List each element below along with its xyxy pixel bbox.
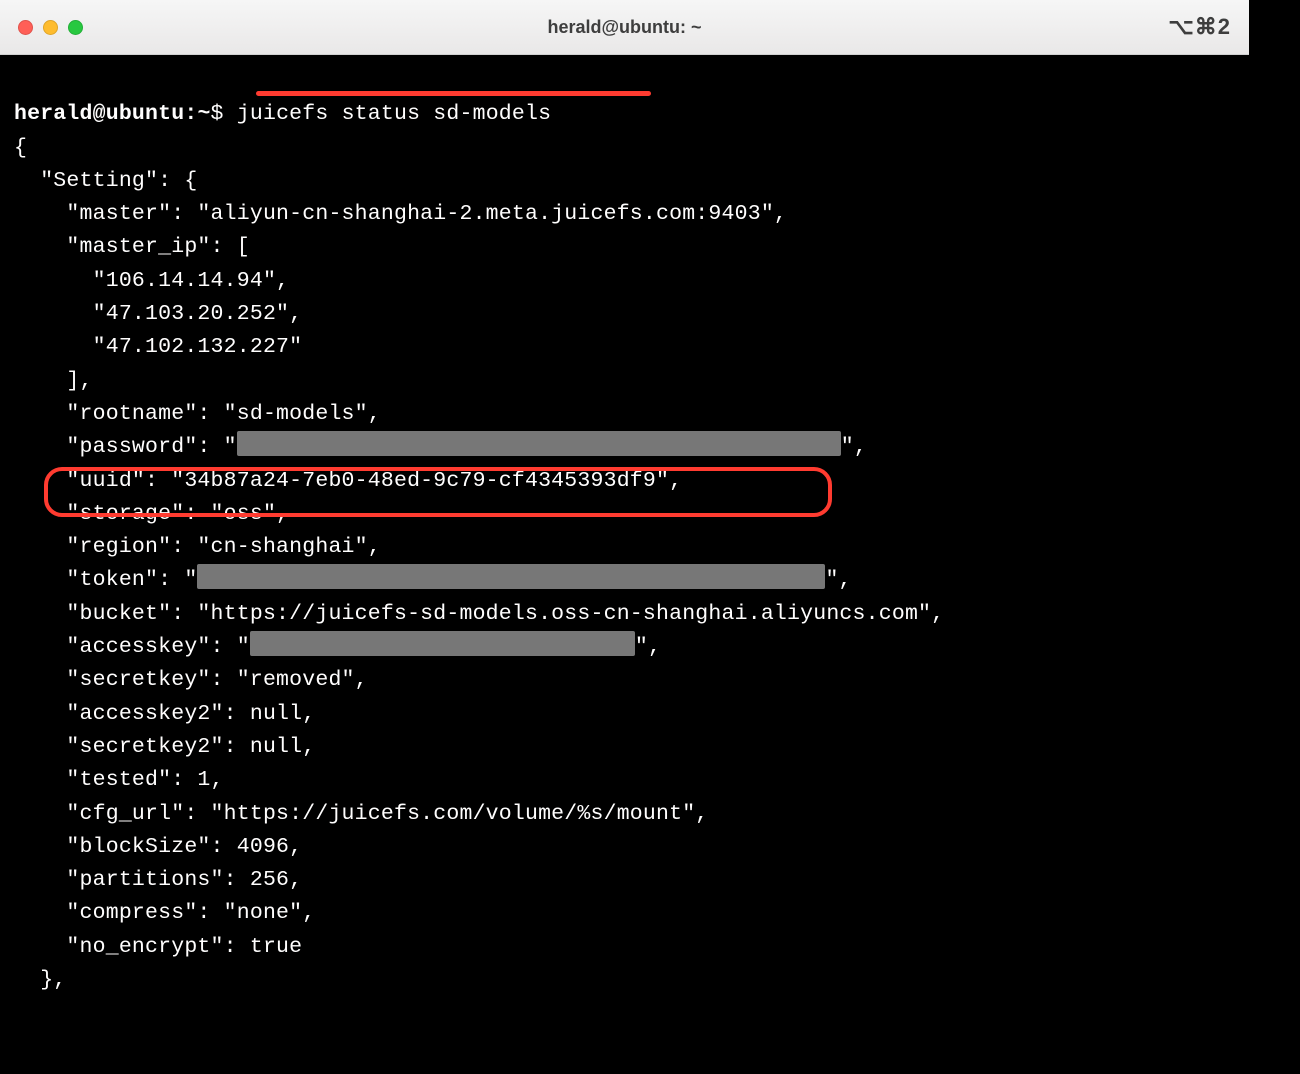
- line-ip2: "47.103.20.252",: [14, 302, 302, 326]
- highlight-underline: [256, 91, 651, 96]
- line-accesskey-post: ",: [635, 635, 661, 659]
- line-rootname: "rootname": "sd-models",: [14, 402, 381, 426]
- line-master: "master": "aliyun-cn-shanghai-2.meta.jui…: [14, 202, 787, 226]
- line-tested: "tested": 1,: [14, 768, 224, 792]
- line-compress: "compress": "none",: [14, 901, 315, 925]
- line-master-ip-close: ],: [14, 369, 93, 393]
- prompt-sep2: $: [211, 102, 224, 126]
- prompt-user-host: herald@ubuntu: [14, 102, 184, 126]
- prompt-sep1: :: [184, 102, 197, 126]
- line-cfg-url: "cfg_url": "https://juicefs.com/volume/%…: [14, 802, 708, 826]
- line-accesskey2: "accesskey2": null,: [14, 702, 315, 726]
- window-title: herald@ubuntu: ~: [0, 17, 1249, 38]
- line-bucket: "bucket": "https://juicefs-sd-models.oss…: [14, 602, 944, 626]
- terminal-output[interactable]: herald@ubuntu:~$ juicefs status sd-model…: [0, 55, 1249, 1074]
- line-master-ip-open: "master_ip": [: [14, 235, 250, 259]
- line-no-encrypt: "no_encrypt": true: [14, 935, 302, 959]
- line-secretkey: "secretkey": "removed",: [14, 668, 368, 692]
- redaction-accesskey: [250, 631, 635, 656]
- redaction-password: [237, 431, 841, 456]
- line-ip1: "106.14.14.94",: [14, 269, 289, 293]
- command-text: juicefs status sd-models: [237, 102, 551, 126]
- line-accesskey-pre: "accesskey": ": [14, 635, 250, 659]
- prompt-cwd: ~: [197, 102, 210, 126]
- titlebar: herald@ubuntu: ~ ⌥⌘2: [0, 0, 1249, 55]
- line-token-post: ",: [825, 568, 851, 592]
- line-secretkey2: "secretkey2": null,: [14, 735, 315, 759]
- line-brace-close-inner: },: [14, 968, 66, 992]
- line-blocksize: "blockSize": 4096,: [14, 835, 302, 859]
- line-brace-open: {: [14, 136, 27, 160]
- line-token-pre: "token": ": [14, 568, 197, 592]
- redaction-token: [197, 564, 825, 589]
- line-password-pre: "password": ": [14, 435, 237, 459]
- line-region: "region": "cn-shanghai",: [14, 535, 381, 559]
- line-setting-key: "Setting": {: [14, 169, 197, 193]
- line-ip3: "47.102.132.227": [14, 335, 302, 359]
- highlight-box: [44, 467, 832, 517]
- line-partitions: "partitions": 256,: [14, 868, 302, 892]
- line-password-post: ",: [841, 435, 867, 459]
